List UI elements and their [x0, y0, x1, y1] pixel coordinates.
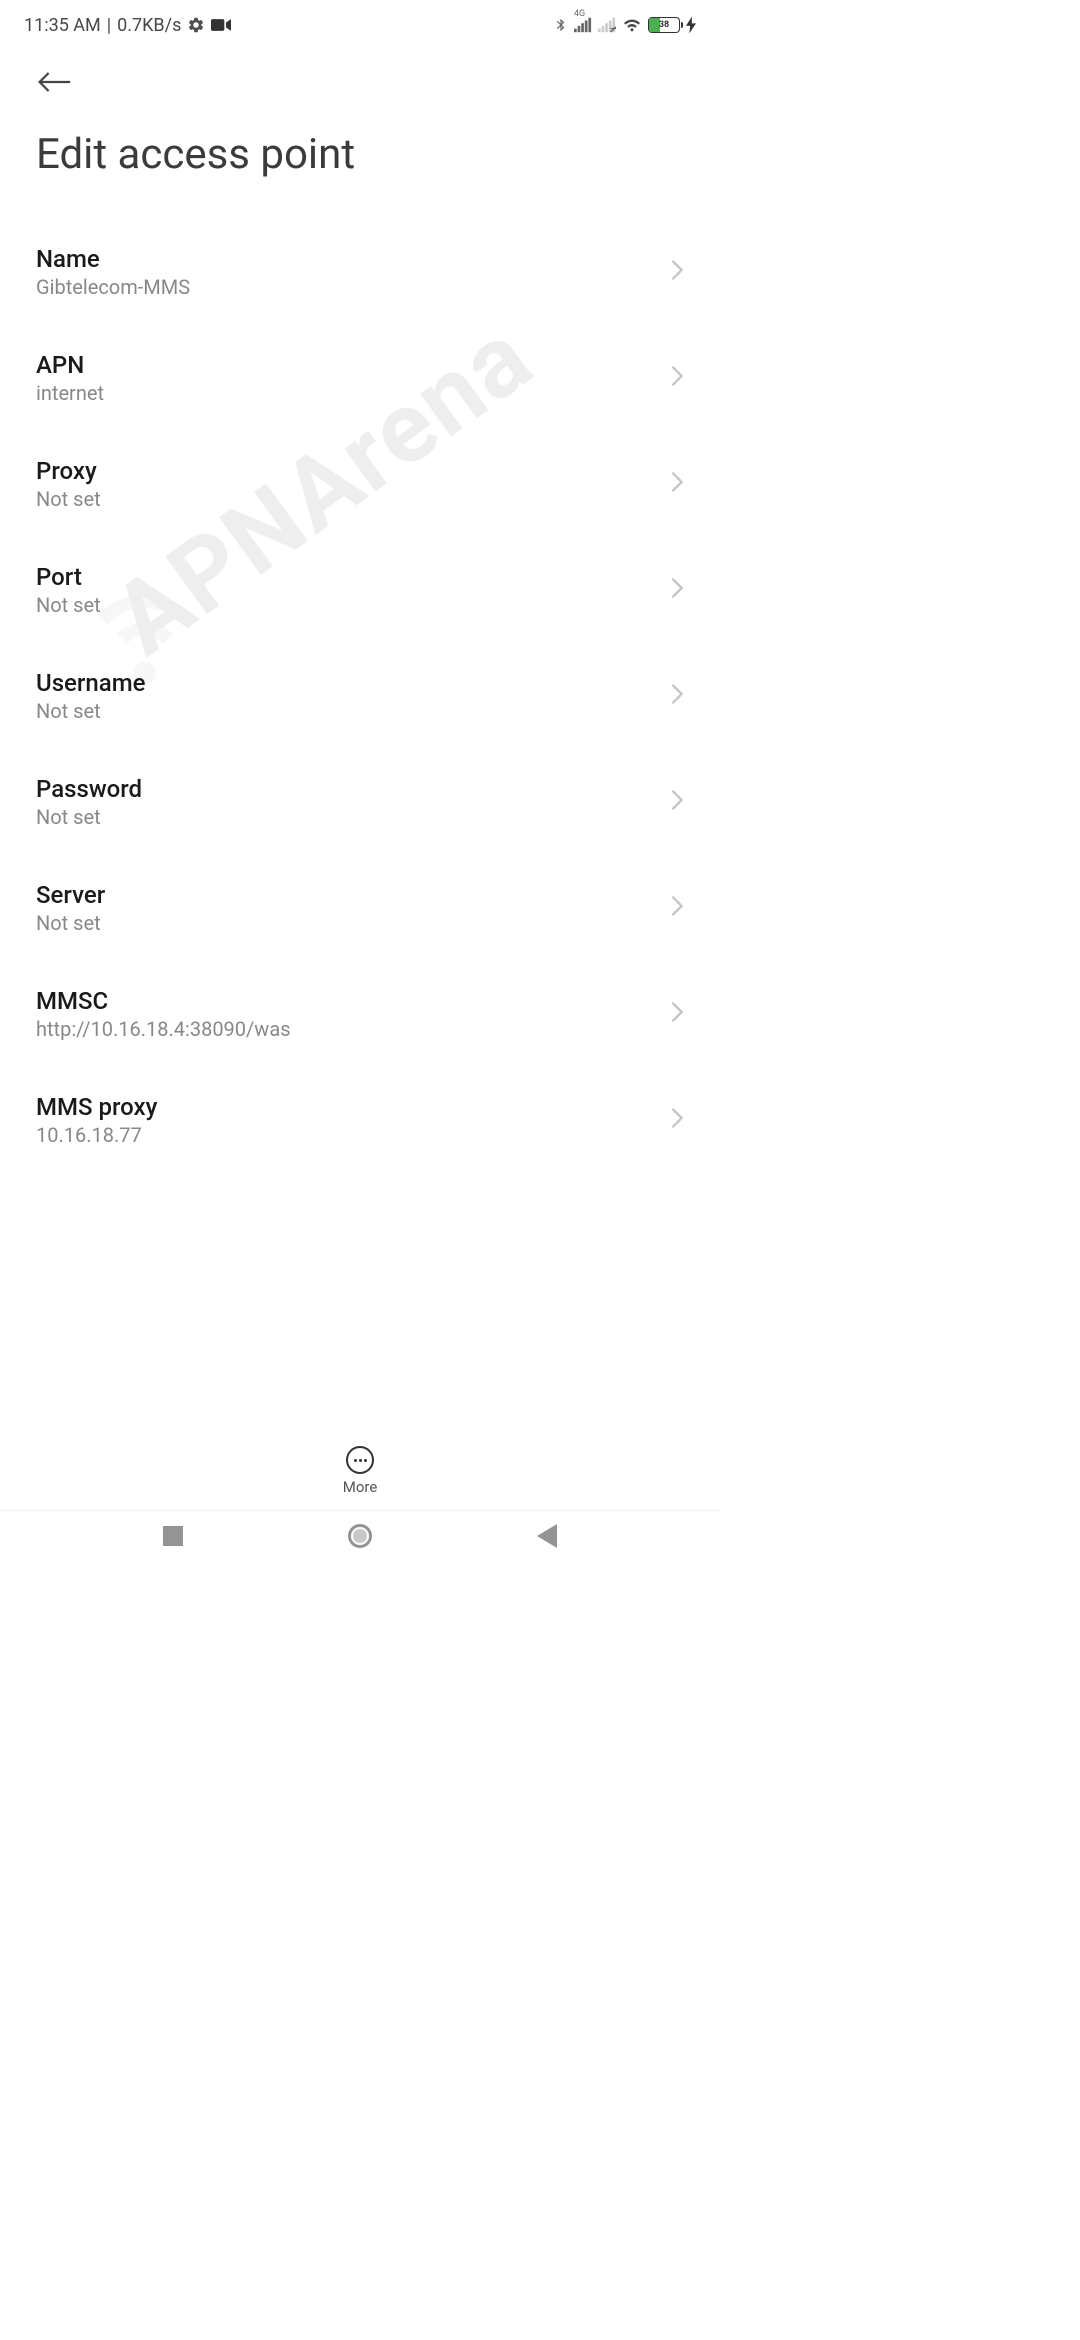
chevron-right-icon	[670, 788, 684, 816]
setting-label: Name	[36, 245, 670, 273]
settings-list: Name Gibtelecom-MMS APN internet Proxy N…	[0, 219, 720, 1173]
setting-label: Server	[36, 881, 670, 909]
status-left: 11:35 AM | 0.7KB/s	[24, 15, 231, 36]
setting-label: MMS proxy	[36, 1093, 670, 1121]
setting-label: MMSC	[36, 987, 670, 1015]
setting-value: Not set	[36, 699, 670, 723]
nav-home-button[interactable]	[347, 1523, 373, 1549]
chevron-right-icon	[670, 1000, 684, 1028]
chevron-right-icon	[670, 1106, 684, 1134]
setting-row-proxy[interactable]: Proxy Not set	[36, 431, 684, 537]
nav-back-button[interactable]	[534, 1523, 560, 1549]
setting-value: Not set	[36, 593, 670, 617]
status-separator: |	[107, 15, 111, 36]
setting-value: Not set	[36, 487, 670, 511]
setting-value: Gibtelecom-MMS	[36, 275, 670, 299]
setting-value: Not set	[36, 805, 670, 829]
bluetooth-icon	[554, 15, 568, 35]
setting-row-server[interactable]: Server Not set	[36, 855, 684, 961]
setting-value: Not set	[36, 911, 670, 935]
more-icon	[346, 1446, 374, 1474]
chevron-right-icon	[670, 894, 684, 922]
setting-value: http://10.16.18.4:38090/was	[36, 1017, 670, 1041]
charging-icon	[686, 16, 696, 34]
chevron-right-icon	[670, 258, 684, 286]
signal-4g-icon: 4G	[574, 17, 592, 33]
setting-row-mms-proxy[interactable]: MMS proxy 10.16.18.77	[36, 1067, 684, 1173]
setting-label: Proxy	[36, 457, 670, 485]
status-bar: 11:35 AM | 0.7KB/s 4G 38	[0, 0, 720, 44]
setting-row-username[interactable]: Username Not set	[36, 643, 684, 749]
back-button[interactable]	[36, 64, 72, 100]
setting-row-port[interactable]: Port Not set	[36, 537, 684, 643]
chevron-right-icon	[670, 470, 684, 498]
header	[0, 44, 720, 100]
setting-value: 10.16.18.77	[36, 1123, 670, 1147]
gear-icon	[187, 16, 205, 34]
bottom-toolbar: More	[0, 1438, 720, 1504]
wifi-icon	[622, 17, 642, 33]
setting-row-apn[interactable]: APN internet	[36, 325, 684, 431]
setting-row-mmsc[interactable]: MMSC http://10.16.18.4:38090/was	[36, 961, 684, 1067]
setting-label: Password	[36, 775, 670, 803]
signal-none-icon	[598, 17, 616, 33]
chevron-right-icon	[670, 576, 684, 604]
more-button[interactable]: More	[343, 1446, 378, 1496]
page-title: Edit access point	[0, 100, 720, 219]
setting-row-name[interactable]: Name Gibtelecom-MMS	[36, 219, 684, 325]
more-label: More	[343, 1478, 378, 1496]
setting-label: Port	[36, 563, 670, 591]
setting-row-password[interactable]: Password Not set	[36, 749, 684, 855]
nav-recents-button[interactable]	[160, 1523, 186, 1549]
status-right: 4G 38	[554, 15, 696, 35]
status-data-rate: 0.7KB/s	[117, 15, 181, 36]
chevron-right-icon	[670, 364, 684, 392]
chevron-right-icon	[670, 682, 684, 710]
video-icon	[211, 18, 231, 32]
battery-icon: 38	[648, 17, 680, 33]
navigation-bar	[0, 1510, 720, 1560]
setting-label: Username	[36, 669, 670, 697]
status-time: 11:35 AM	[24, 15, 101, 36]
setting-label: APN	[36, 351, 670, 379]
setting-value: internet	[36, 381, 670, 405]
